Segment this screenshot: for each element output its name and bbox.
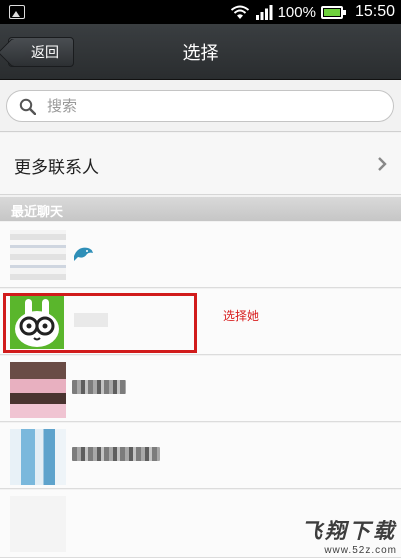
title-bar: 返回 选择 [0, 24, 401, 80]
chat-list-item[interactable] [0, 356, 401, 422]
chat-list-item[interactable] [0, 423, 401, 489]
wifi-icon [230, 5, 249, 19]
avatar [10, 429, 66, 485]
dolphin-emoji-icon [74, 247, 93, 261]
chevron-right-icon [378, 157, 387, 171]
watermark-main: 飞翔下载 [301, 519, 397, 543]
page-title: 选择 [182, 43, 219, 64]
avatar [10, 230, 66, 280]
section-label: 最近聊天 [11, 205, 64, 220]
battery-icon [320, 5, 346, 19]
watermark: 飞翔下载 www.52z.com [301, 515, 397, 556]
chat-list-item[interactable] [0, 222, 401, 288]
status-bar: 100% 15:50 [0, 0, 401, 24]
signal-icon [255, 5, 273, 20]
more-contacts-row[interactable]: 更多联系人 [0, 133, 401, 195]
contact-name-blurred [72, 447, 160, 461]
contact-name-blurred [72, 380, 126, 394]
more-contacts-label: 更多联系人 [14, 158, 99, 178]
clock: 15:50 [354, 3, 395, 20]
battery-percent: 100% [277, 3, 316, 21]
search-input[interactable] [47, 96, 377, 116]
recent-chats-header: 最近聊天 [0, 197, 401, 221]
search-box[interactable] [6, 90, 394, 122]
watermark-url: www.52z.com [324, 545, 397, 556]
status-icons: 100% 15:50 [230, 3, 395, 21]
search-icon [19, 98, 36, 115]
annotation-label: 选择她 [223, 309, 260, 323]
back-button-label: 返回 [31, 45, 59, 61]
avatar [10, 362, 66, 418]
search-area [0, 80, 401, 132]
avatar [10, 496, 66, 552]
image-notification-icon [9, 5, 25, 19]
highlight-box [3, 293, 197, 353]
